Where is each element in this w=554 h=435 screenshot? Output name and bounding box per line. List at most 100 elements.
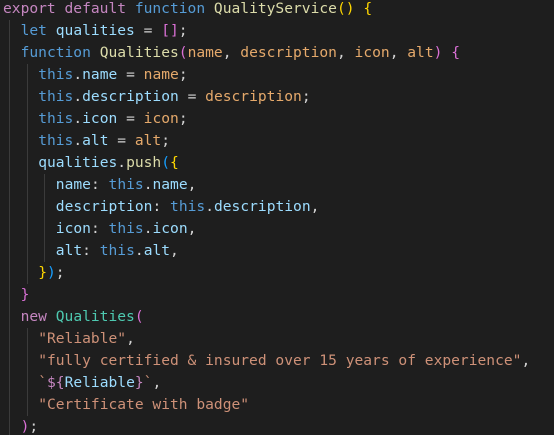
code-token: . (73, 66, 83, 83)
code-token: description (205, 88, 302, 105)
code-token: let (20, 22, 47, 39)
code-line[interactable]: `${Reliable}`, (38, 372, 161, 394)
code-line[interactable]: new Qualities( (21, 306, 144, 328)
code-token: } (134, 374, 144, 391)
code-line[interactable]: }); (38, 262, 64, 284)
code-token: : (90, 176, 109, 193)
indent-guide-line (26, 64, 28, 86)
code-token: , (170, 242, 179, 259)
code-token: export (3, 0, 56, 17)
code-token: { (451, 44, 461, 61)
code-token: } (20, 286, 30, 303)
code-token: . (73, 88, 83, 105)
code-token: description (82, 88, 179, 105)
code-token: description (240, 44, 337, 61)
code-line[interactable]: this.icon = icon; (38, 108, 187, 130)
indent-guide-line (9, 262, 10, 284)
indent-guide-line (26, 152, 28, 174)
code-token: = (108, 132, 135, 149)
code-line[interactable]: this.name = name; (38, 64, 187, 86)
code-token: alt (82, 132, 109, 149)
code-token: function (134, 0, 206, 17)
indent-guide-line (9, 394, 10, 416)
code-token: description (55, 198, 153, 215)
indent-guide-line (9, 372, 10, 394)
indent-guide-line (9, 64, 10, 86)
code-token: . (73, 132, 83, 149)
code-token: push (126, 154, 162, 171)
code-token: ( (134, 308, 144, 325)
code-line[interactable]: this.alt = alt; (38, 130, 170, 152)
indent-guide-line (9, 86, 10, 108)
code-token: icon (354, 44, 390, 61)
code-token: ${ (46, 374, 65, 391)
code-token: ( (161, 154, 171, 171)
indent-guide-line (26, 130, 28, 152)
code-line[interactable]: function Qualities(name, description, ic… (21, 42, 460, 64)
code-token: = (117, 110, 144, 127)
indent-guide-line (9, 306, 10, 328)
indent-guide-line (26, 372, 28, 394)
code-token: ; (55, 264, 65, 281)
code-token: name (143, 66, 179, 83)
code-token: default (64, 0, 127, 17)
code-token: description (213, 198, 311, 215)
code-token: alt (55, 242, 83, 259)
code-token: "Reliable" (38, 330, 127, 347)
code-line[interactable]: "Reliable", (38, 328, 135, 350)
code-token: : (90, 220, 109, 237)
code-line[interactable]: ); (21, 416, 39, 435)
indent-guide-line (9, 328, 10, 350)
code-token: { (170, 154, 179, 171)
code-line[interactable]: name: this.name, (56, 174, 197, 196)
code-token: name (152, 176, 188, 193)
indent-guide-line (44, 174, 46, 196)
code-token: qualities (55, 22, 135, 39)
indent-guide-line (26, 240, 28, 262)
code-line[interactable]: export default function QualityService()… (3, 0, 372, 20)
code-token: , (152, 374, 162, 391)
code-line[interactable]: "fully certified & insured over 15 years… (38, 350, 530, 372)
code-token: . (117, 154, 127, 171)
indent-guide-line (9, 42, 10, 64)
code-token: . (134, 242, 144, 259)
code-token: : (152, 198, 171, 215)
code-token: name (55, 176, 91, 193)
code-line[interactable]: "Certificate with badge" (38, 394, 249, 416)
indent-guide-line (9, 174, 10, 196)
code-token: , (222, 44, 241, 61)
code-token: alt (407, 44, 434, 61)
indent-guide-line (26, 262, 28, 284)
code-line[interactable]: alt: this.alt, (56, 240, 179, 262)
code-token: : (82, 242, 100, 259)
code-token: icon (55, 220, 91, 237)
code-line[interactable]: } (21, 284, 30, 306)
code-token: , (389, 44, 408, 61)
indent-guide-line (26, 328, 28, 350)
code-line[interactable]: this.description = description; (38, 86, 310, 108)
code-line[interactable]: let qualities = []; (21, 20, 188, 42)
code-line[interactable]: description: this.description, (56, 196, 320, 218)
code-token: this (108, 176, 144, 193)
code-line[interactable]: icon: this.icon, (56, 218, 197, 240)
indent-guide-line (44, 196, 46, 218)
code-token: ; (29, 418, 39, 435)
code-line[interactable]: qualities.push({ (38, 152, 179, 174)
code-token: icon (143, 110, 179, 127)
code-editor[interactable]: export default function QualityService()… (0, 0, 554, 435)
code-token: this (38, 132, 74, 149)
code-token: [] (161, 22, 179, 39)
indent-guide-line (26, 86, 28, 108)
code-token: ; (178, 22, 188, 39)
code-token: alt (134, 132, 162, 149)
code-token: ; (161, 132, 171, 149)
indent-guide-line (9, 108, 10, 130)
indent-guide-line (9, 196, 10, 218)
code-token: Qualities (55, 308, 135, 325)
indent-guide-line (9, 416, 10, 435)
